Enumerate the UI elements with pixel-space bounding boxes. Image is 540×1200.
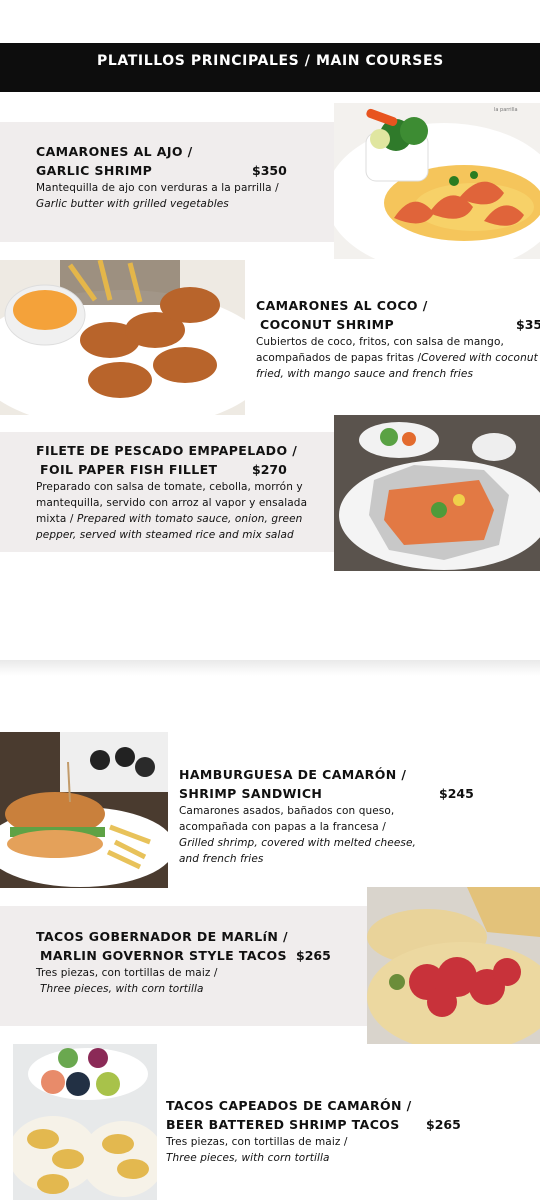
item-description-line: Camarones asados, bañados con queso, (179, 805, 395, 817)
garlic-shrimp-photo: la parrilla (334, 103, 540, 259)
foil-fish-photo (334, 415, 540, 571)
marlin-tacos-photo (367, 887, 540, 1044)
item-title-es: TACOS CAPEADOS DE CAMARÓN / (166, 1098, 412, 1113)
item-description-es: Mantequilla de ajo con verduras a la par… (36, 182, 279, 194)
item-title-en: FOIL PAPER FISH FILLET (40, 462, 218, 477)
photo-watermark: la parrilla (494, 107, 518, 113)
item-description-en: Three pieces, with corn tortilla (166, 1152, 330, 1164)
item-title-en: GARLIC SHRIMP (36, 163, 153, 178)
item-title-es: TACOS GOBERNADOR DE MARLíN / (36, 929, 288, 944)
item-price: $265 (426, 1117, 461, 1132)
item-title-es: CAMARONES AL AJO / (36, 144, 193, 159)
item-description-es: Tres piezas, con tortillas de maiz / (166, 1136, 348, 1148)
item-description-en: and french fries (179, 853, 264, 865)
item-title-es: HAMBURGUESA DE CAMARÓN / (179, 767, 407, 782)
item-title-es: CAMARONES AL COCO / (256, 298, 428, 313)
item-title-es: FILETE DE PESCADO EMPAPELADO / (36, 443, 298, 458)
item-description-en: fried, with mango sauce and french fries (256, 368, 474, 380)
shrimp-sandwich-photo (0, 732, 168, 888)
item-price: $265 (296, 948, 331, 963)
item-description-es: Tres piezas, con tortillas de maiz / (36, 967, 218, 979)
item-description-line: acompañados de papas fritas /Covered wit… (256, 352, 538, 364)
item-description-line: Preparado con salsa de tomate, cebolla, … (36, 481, 303, 493)
item-price: $35 (516, 317, 540, 332)
item-description-en: Garlic butter with grilled vegetables (36, 198, 229, 210)
item-description-en: pepper, served with steamed rice and mix… (36, 529, 294, 541)
section-title: PLATILLOS PRINCIPALES / MAIN COURSES (97, 53, 444, 69)
page-divider (0, 660, 540, 676)
item-description-line: Cubiertos de coco, fritos, con salsa de … (256, 336, 504, 348)
item-description-line: mixta / Prepared with tomato sauce, onio… (36, 513, 303, 525)
item-title-en: COCONUT SHRIMP (260, 317, 395, 332)
item-price: $350 (252, 163, 287, 178)
item-title-en: SHRIMP SANDWICH (179, 786, 323, 801)
section-title-banner: PLATILLOS PRINCIPALES / MAIN COURSES (0, 43, 540, 92)
item-description-en: Three pieces, with corn tortilla (40, 983, 204, 995)
item-description-line: acompañada con papas a la francesa / (179, 821, 386, 833)
item-title-en: MARLIN GOVERNOR STYLE TACOS (40, 948, 287, 963)
item-price: $245 (439, 786, 474, 801)
item-description-en: Grilled shrimp, covered with melted chee… (179, 837, 416, 849)
item-price: $270 (252, 462, 287, 477)
item-description-line: mantequilla, servido con arroz al vapor … (36, 497, 308, 509)
coconut-shrimp-photo (0, 260, 245, 415)
item-title-en: BEER BATTERED SHRIMP TACOS (166, 1117, 400, 1132)
battered-shrimp-tacos-photo (13, 1044, 157, 1200)
